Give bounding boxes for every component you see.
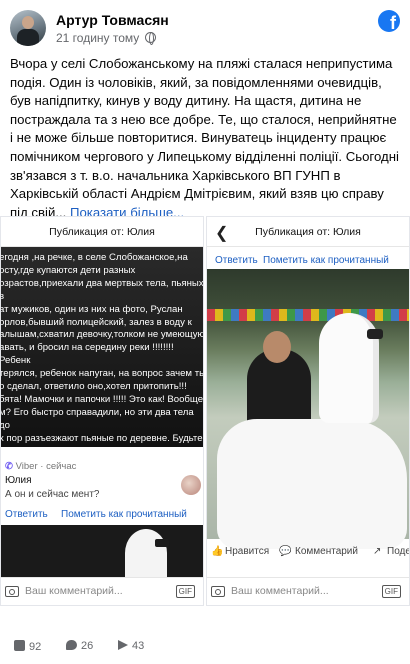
swan-boat — [217, 419, 407, 549]
post-photos[interactable]: Публикация от: Юлия егодня ,на речке, в … — [0, 216, 410, 606]
photo-left[interactable]: Публикация от: Юлия егодня ,на речке, в … — [0, 216, 204, 606]
shares-count-button[interactable]: 43 — [118, 640, 144, 652]
author-name[interactable]: Артур Товмасян — [56, 12, 169, 28]
share-button[interactable]: Поде — [387, 546, 409, 557]
right-topbar-title: Публикация от: Юлия — [255, 226, 361, 238]
message-text: егодня ,на речке, в селе Слобожанское,на… — [0, 252, 204, 483]
post-text: Вчора у селі Слобожанському на пляжі ста… — [10, 56, 399, 220]
notification-mark-read-button[interactable]: Пометить как прочитанный — [61, 509, 187, 520]
right-topbar: ❮ Публикация от: Юлия — [207, 217, 409, 247]
share-icon — [118, 640, 128, 650]
avatar-head — [22, 16, 34, 29]
viber-icon: ✆ — [5, 461, 13, 472]
post-time-text: 21 годину тому — [56, 31, 140, 45]
viber-notification-header: ✆ Viber · сейчас — [5, 461, 76, 472]
man-head — [263, 331, 291, 363]
globe-icon — [144, 32, 156, 45]
right-mark-read-button[interactable]: Пометить как прочитанный — [263, 255, 389, 266]
gif-icon[interactable]: GIF — [175, 585, 195, 598]
post-stats: 92 26 43 — [14, 640, 394, 658]
swan-boat-beak — [367, 329, 383, 339]
viber-time: · сейчас — [40, 461, 77, 472]
swan-beak — [155, 539, 169, 547]
avatar-body — [17, 29, 39, 46]
swan-photo — [1, 525, 203, 577]
notification-sender: Юлия — [5, 475, 32, 486]
like-button[interactable]: Нравится — [225, 546, 269, 557]
post-header: Артур Товмасян 21 годину тому f — [10, 8, 400, 48]
flag-bunting — [207, 309, 409, 321]
facebook-logo-icon[interactable]: f — [378, 10, 400, 32]
shares-count: 43 — [132, 640, 145, 652]
camera-icon[interactable] — [211, 586, 225, 597]
left-topbar: Публикация от: Юлия — [1, 217, 203, 247]
notification-message: А он и сейчас мент? — [5, 489, 100, 500]
viber-label: Viber — [15, 461, 38, 472]
author-avatar[interactable] — [10, 10, 46, 46]
post-time[interactable]: 21 годину тому — [56, 31, 156, 45]
sender-avatar — [181, 475, 201, 495]
comment-button[interactable]: Комментарий — [295, 546, 358, 557]
left-comment-bar: Ваш комментарий... GIF — [1, 577, 203, 605]
swan-boat-photo — [207, 269, 409, 549]
right-comment-bar: Ваш комментарий... GIF — [207, 577, 409, 605]
gif-icon[interactable]: GIF — [381, 585, 401, 598]
comments-count-button[interactable]: 26 — [66, 640, 93, 652]
likes-count-button[interactable]: 92 — [14, 640, 41, 653]
comment-input[interactable]: Ваш комментарий... — [231, 585, 329, 597]
swan-neck — [125, 529, 167, 577]
comment-icon — [66, 640, 77, 650]
share-icon[interactable]: ↗ — [373, 546, 381, 557]
likes-count: 92 — [29, 641, 42, 653]
right-reply-button[interactable]: Ответить — [215, 255, 258, 266]
left-topbar-title: Публикация от: Юлия — [49, 226, 155, 238]
camera-icon[interactable] — [5, 586, 19, 597]
comment-icon[interactable]: 💬 — [279, 546, 291, 557]
like-icon — [14, 640, 25, 651]
comments-count: 26 — [81, 640, 94, 652]
post-body: Вчора у селі Слобожанському на пляжі ста… — [10, 55, 402, 222]
facebook-post-card: Артур Товмасян 21 годину тому f Вчора у … — [0, 0, 410, 664]
photo-right[interactable]: ❮ Публикация от: Юлия Ответить Пометить … — [206, 216, 410, 606]
like-icon[interactable]: 👍 — [211, 546, 223, 557]
comment-input[interactable]: Ваш комментарий... — [25, 585, 123, 597]
notification-reply-button[interactable]: Ответить — [5, 509, 48, 520]
right-reaction-bar: 👍 Нравится 💬 Комментарий ↗ Поде — [207, 543, 409, 563]
